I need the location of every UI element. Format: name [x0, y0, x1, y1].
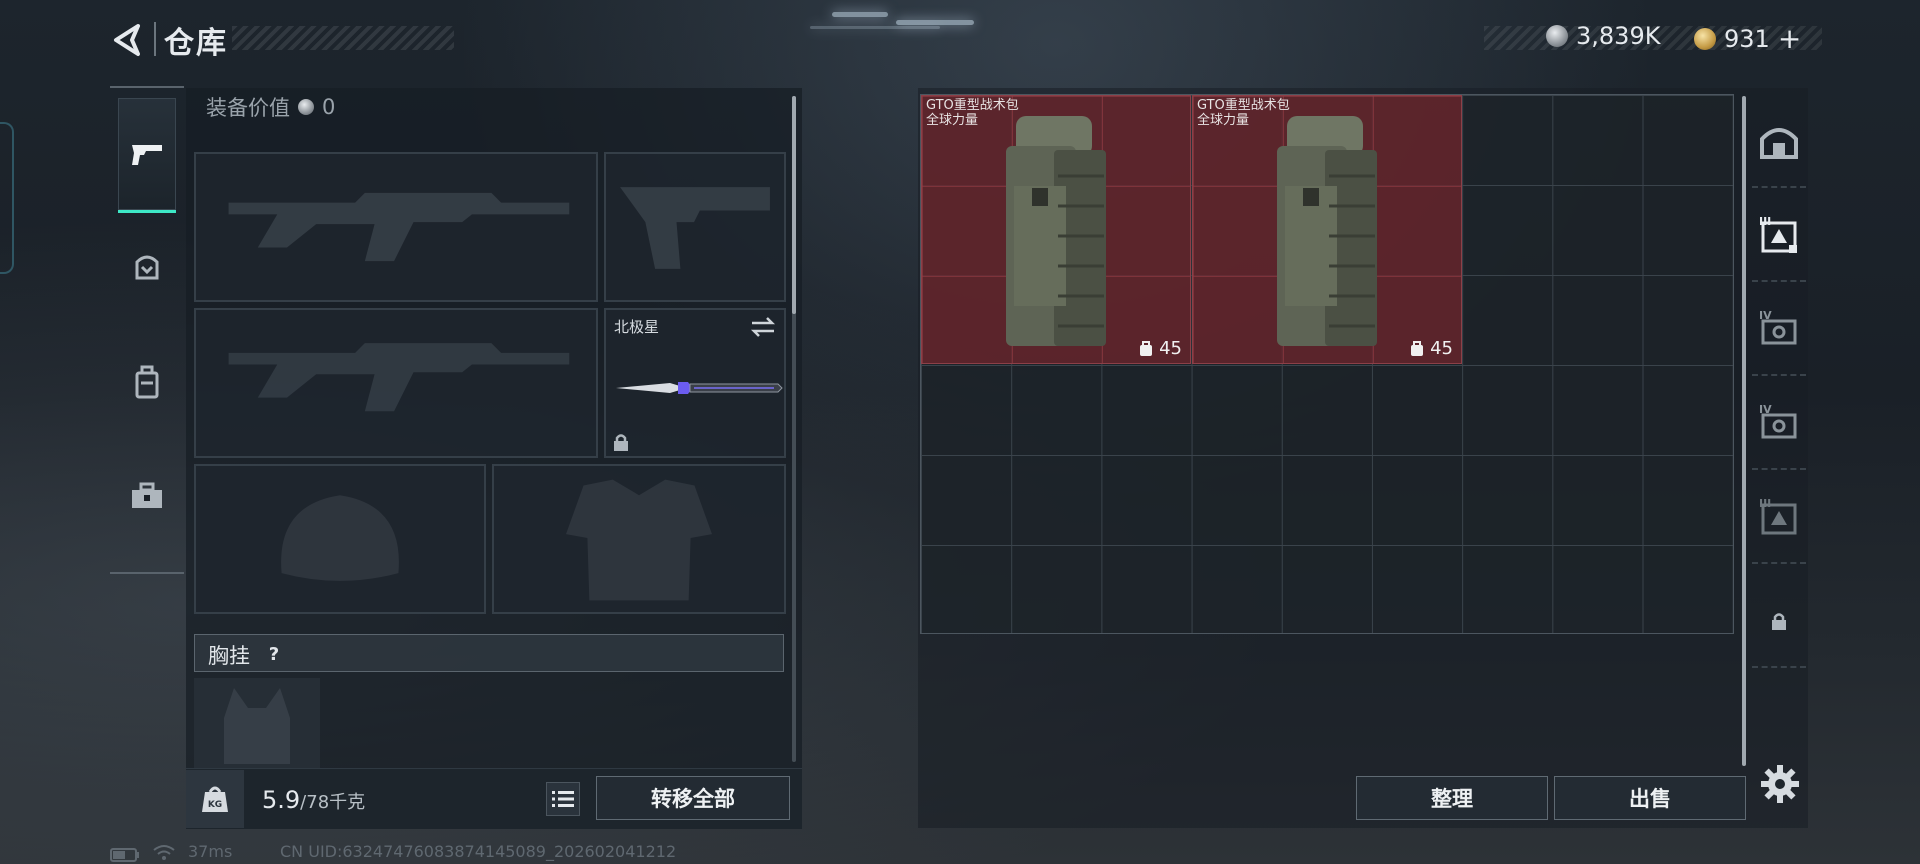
backpack-image: [1006, 116, 1106, 346]
helmet-slot[interactable]: [194, 464, 486, 614]
silver-coin-icon: [298, 99, 314, 115]
weight-glyph: KG: [202, 786, 228, 812]
container-tier-3-icon: III: [1759, 215, 1797, 253]
weight-readout: 5.9/78千克: [262, 786, 365, 814]
transfer-all-button[interactable]: 转移全部: [596, 776, 790, 820]
list-icon: [552, 791, 574, 807]
silver-amount: 3,839K: [1576, 22, 1661, 50]
item-name: GTO重型战术包 全球力量: [926, 98, 1019, 128]
header-divider: [154, 22, 156, 56]
item-name-line2: 全球力量: [1197, 113, 1250, 128]
weight-current: 5.9: [262, 786, 301, 814]
chest-rig-label: 胸挂: [208, 644, 250, 668]
ceiling-light: [832, 12, 888, 17]
primary-weapon-slot[interactable]: [194, 152, 598, 302]
tab-container-4b[interactable]: IV: [1752, 378, 1806, 470]
tab-toolbox[interactable]: [118, 440, 176, 552]
container-tier-4-icon: IV: [1759, 309, 1797, 345]
item-value-amount: 45: [1430, 338, 1453, 359]
rifle-silhouette-icon: [228, 192, 570, 262]
tab-container-3b[interactable]: III: [1752, 472, 1806, 564]
lock-icon: [614, 434, 628, 451]
rifle-silhouette-icon: [228, 343, 570, 412]
gear-icon[interactable]: [1758, 762, 1802, 806]
silver-currency: 3,839K: [1546, 22, 1660, 50]
secondary-weapon-slot[interactable]: [194, 308, 598, 458]
tab-container-4[interactable]: IV: [1752, 284, 1806, 376]
battery-icon: [110, 848, 139, 862]
tab-weapons[interactable]: [118, 98, 176, 213]
loadout-tabs: [110, 86, 184, 574]
loadout-scrollbar-thumb[interactable]: [792, 96, 796, 314]
gold-amount: 931: [1724, 24, 1770, 53]
help-icon[interactable]: ?: [260, 640, 288, 668]
swap-icon[interactable]: [750, 316, 776, 338]
storage-scrollbar[interactable]: [1742, 96, 1746, 766]
sell-button[interactable]: 出售: [1554, 776, 1746, 820]
tab-container-3[interactable]: III: [1752, 190, 1806, 282]
list-view-button[interactable]: [546, 782, 580, 816]
storage-item[interactable]: GTO重型战术包 全球力量 45: [1192, 95, 1462, 364]
tab-vault[interactable]: [1752, 96, 1806, 188]
wifi-icon: [153, 845, 175, 860]
tab-locked[interactable]: [1752, 576, 1806, 668]
gold-currency[interactable]: 931 +: [1694, 22, 1801, 55]
sidearm-slot[interactable]: [604, 152, 786, 302]
melee-weapon-name: 北极星: [614, 318, 660, 336]
container-tier-4-icon: IV: [1759, 403, 1797, 439]
gold-coin-icon: [1694, 27, 1716, 50]
weight-max: /78千克: [300, 792, 366, 813]
lock-icon: [1772, 613, 1786, 630]
equipment-value-label: 装备价值: [206, 96, 290, 120]
item-name: GTO重型战术包 全球力量: [1197, 98, 1290, 128]
sort-button[interactable]: 整理: [1356, 776, 1548, 820]
equipment-value: 装备价值 0: [206, 92, 335, 122]
helmet-vest-icon: [135, 255, 159, 280]
side-drawer-handle[interactable]: [0, 122, 14, 274]
ceiling-light: [810, 26, 940, 29]
weight-kg-icon: KG: [186, 770, 244, 828]
silver-coin-icon: [1546, 25, 1568, 47]
storage-item[interactable]: GTO重型战术包 全球力量 45: [921, 95, 1191, 364]
item-name-line1: GTO重型战术包: [926, 98, 1019, 113]
ping-readout: 37ms: [188, 842, 233, 861]
backpack-icon: [1411, 340, 1424, 356]
item-name-line1: GTO重型战术包: [1197, 98, 1290, 113]
knife-image: [616, 382, 783, 394]
svg-text:KG: KG: [208, 800, 222, 810]
armor-silhouette-icon: [566, 479, 712, 601]
tab-backpack[interactable]: [118, 326, 176, 438]
equipment-value-amount: 0: [322, 95, 336, 119]
title-decoration: [232, 26, 454, 50]
back-arrow-icon[interactable]: [108, 20, 148, 60]
item-value-amount: 45: [1159, 338, 1182, 359]
help-symbol: ?: [268, 643, 280, 665]
page-title: 仓库: [164, 26, 228, 61]
item-value: 45: [1410, 338, 1453, 359]
armor-slot[interactable]: [492, 464, 786, 614]
pistol-icon: [132, 145, 162, 165]
uid-readout: CN UID:632474760838741450​89_20260204121…: [280, 842, 677, 861]
toolbox-icon: [132, 482, 162, 508]
melee-slot[interactable]: 北极星: [604, 308, 786, 458]
backpack-image: [1277, 116, 1377, 346]
chest-rig-silhouette-icon: [224, 688, 290, 764]
add-currency-button[interactable]: +: [1778, 22, 1801, 55]
item-value: 45: [1139, 338, 1182, 359]
ceiling-light: [896, 20, 974, 25]
vault-icon: [1760, 128, 1798, 159]
chest-rig-slot[interactable]: [194, 678, 320, 768]
container-tier-3-icon: III: [1759, 497, 1797, 535]
pistol-silhouette-icon: [620, 187, 770, 269]
helmet-silhouette-icon: [281, 495, 399, 581]
tab-armor[interactable]: [118, 212, 176, 324]
backpack-icon: [1140, 340, 1153, 356]
backpack-icon: [135, 365, 159, 399]
item-name-line2: 全球力量: [926, 113, 979, 128]
